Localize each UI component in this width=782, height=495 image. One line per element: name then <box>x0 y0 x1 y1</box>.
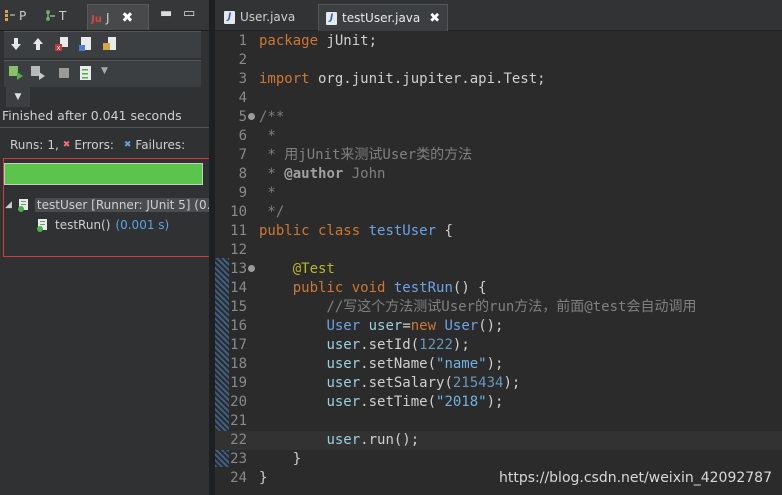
tab-label: P <box>19 9 27 23</box>
divider <box>0 127 209 128</box>
code-line: 21 <box>230 413 247 429</box>
expand-arrow-icon[interactable]: ◢ <box>5 200 12 210</box>
svg-text:x: x <box>57 44 61 52</box>
fold-marker-icon[interactable] <box>248 113 255 120</box>
current-code-line: 22 user.run(); <box>215 431 782 450</box>
minimize-icon[interactable]: ▬ <box>160 6 172 21</box>
tab-type-hierarchy[interactable]: T <box>44 5 66 27</box>
code-line: 17 user.setId(1222); <box>230 337 470 353</box>
test-suite-icon <box>17 199 28 212</box>
code-line: 15 //写这个方法测试User的run方法，前面@test会自动调用 <box>230 299 697 315</box>
junit-toolbar-1: x <box>4 31 201 58</box>
code-area[interactable]: 1 package jUnit; 2 3 import org.junit.jupi… <box>215 32 782 495</box>
fold-marker-icon[interactable] <box>248 265 255 272</box>
tree-item-label: testRun() <box>55 218 111 232</box>
code-line: 3 import org.junit.jupiter.api.Test; <box>238 71 546 87</box>
watermark: https://blog.csdn.net/weixin_42092787 <box>498 470 772 486</box>
scroll-lock-icon[interactable] <box>78 36 94 52</box>
code-line: 1 package jUnit; <box>238 33 378 49</box>
previous-failure-icon[interactable] <box>30 36 46 52</box>
rerun-failures-first-icon[interactable] <box>30 65 46 81</box>
code-line: 9 * <box>238 185 276 201</box>
java-file-icon: J <box>224 10 235 24</box>
finished-status: Finished after 0.041 seconds <box>2 108 182 123</box>
code-line: 18 user.setName("name"); <box>230 356 504 372</box>
code-line: 11 public class testUser { <box>230 223 453 239</box>
code-line: 12 <box>230 242 247 258</box>
code-line: 23 } <box>230 451 302 467</box>
junit-view: P T Ju J ✖ ▬ ▭ x ▼ ▼ Finished after 0.04… <box>0 0 221 495</box>
type-hierarchy-icon <box>46 10 55 21</box>
code-line: 20 user.setTime("2018"); <box>230 394 504 410</box>
code-line: 8 * @author John <box>238 166 386 182</box>
test-run-history-icon[interactable] <box>78 65 94 81</box>
show-skipped-icon[interactable] <box>102 36 118 52</box>
editor-tab-user-java[interactable]: J User.java <box>217 4 302 30</box>
tab-junit[interactable]: Ju J ✖ <box>87 4 149 30</box>
chevron-down-icon: ▼ <box>14 92 22 102</box>
code-line: 19 user.setSalary(215434); <box>230 375 521 391</box>
progress-fill <box>5 164 202 184</box>
error-icon: ✖ <box>62 140 71 150</box>
chevron-down-icon[interactable]: ▼ <box>101 66 117 82</box>
errors-label: Errors: <box>74 138 114 152</box>
junit-icon: Ju <box>91 14 102 25</box>
java-file-icon: J <box>326 11 337 25</box>
tab-label: J <box>106 10 110 25</box>
close-icon[interactable]: ✖ <box>122 10 134 26</box>
code-editor: J User.java J testUser.java ✖ 1 package j… <box>215 0 782 495</box>
tree-item-label: testUser [Runner: JUnit 5] (0.0 <box>34 198 221 212</box>
tree-item-test-method[interactable]: testRun() (0.001 s) <box>36 216 169 234</box>
test-duration: (0.001 s) <box>115 218 170 232</box>
code-line: 13 @Test <box>230 261 335 277</box>
code-line: 10 */ <box>230 204 285 220</box>
run-counters: Runs: 1, ✖ Errors: ✖ Failures: <box>10 138 185 152</box>
editor-tab-testuser-java[interactable]: J testUser.java ✖ <box>318 4 449 31</box>
code-line: 14 public void testRun() { <box>230 280 487 296</box>
runs-label: Runs: <box>10 138 44 152</box>
junit-toolbar-2: ▼ <box>4 60 201 87</box>
code-line: 6 * <box>238 128 276 144</box>
close-icon[interactable]: ✖ <box>429 11 440 26</box>
failure-icon: ✖ <box>123 140 132 150</box>
editor-tab-bar: J User.java J testUser.java ✖ <box>215 0 782 31</box>
rerun-test-icon[interactable] <box>8 65 24 81</box>
tree-item-test-class[interactable]: ◢ testUser [Runner: JUnit 5] (0.0 <box>5 196 221 214</box>
show-failures-only-icon[interactable]: x <box>54 36 70 52</box>
code-line: 16 User user=new User(); <box>230 318 504 334</box>
svg-text:Ju: Ju <box>91 14 102 25</box>
tab-label: T <box>59 9 67 23</box>
editor-tab-label: testUser.java <box>342 11 421 25</box>
runs-value: 1, <box>47 138 59 152</box>
stop-icon[interactable] <box>56 65 72 81</box>
view-menu-button[interactable]: ▼ <box>6 87 30 107</box>
test-case-icon <box>37 219 47 232</box>
view-tab-bar: P T Ju J ✖ ▬ ▭ <box>0 0 209 31</box>
code-line: 2 <box>238 52 247 68</box>
test-progress-bar <box>4 163 203 185</box>
package-explorer-icon <box>5 10 15 21</box>
next-failure-icon[interactable] <box>8 36 24 52</box>
code-line: 5/** <box>238 109 285 125</box>
code-line: 7 * 用jUnit来测试User类的方法 <box>238 147 473 163</box>
tab-package-explorer[interactable]: P <box>4 5 26 27</box>
maximize-icon[interactable]: ▭ <box>183 6 195 21</box>
failures-label: Failures: <box>135 138 186 152</box>
editor-tab-label: User.java <box>240 10 296 24</box>
code-line: 4 <box>238 90 247 106</box>
